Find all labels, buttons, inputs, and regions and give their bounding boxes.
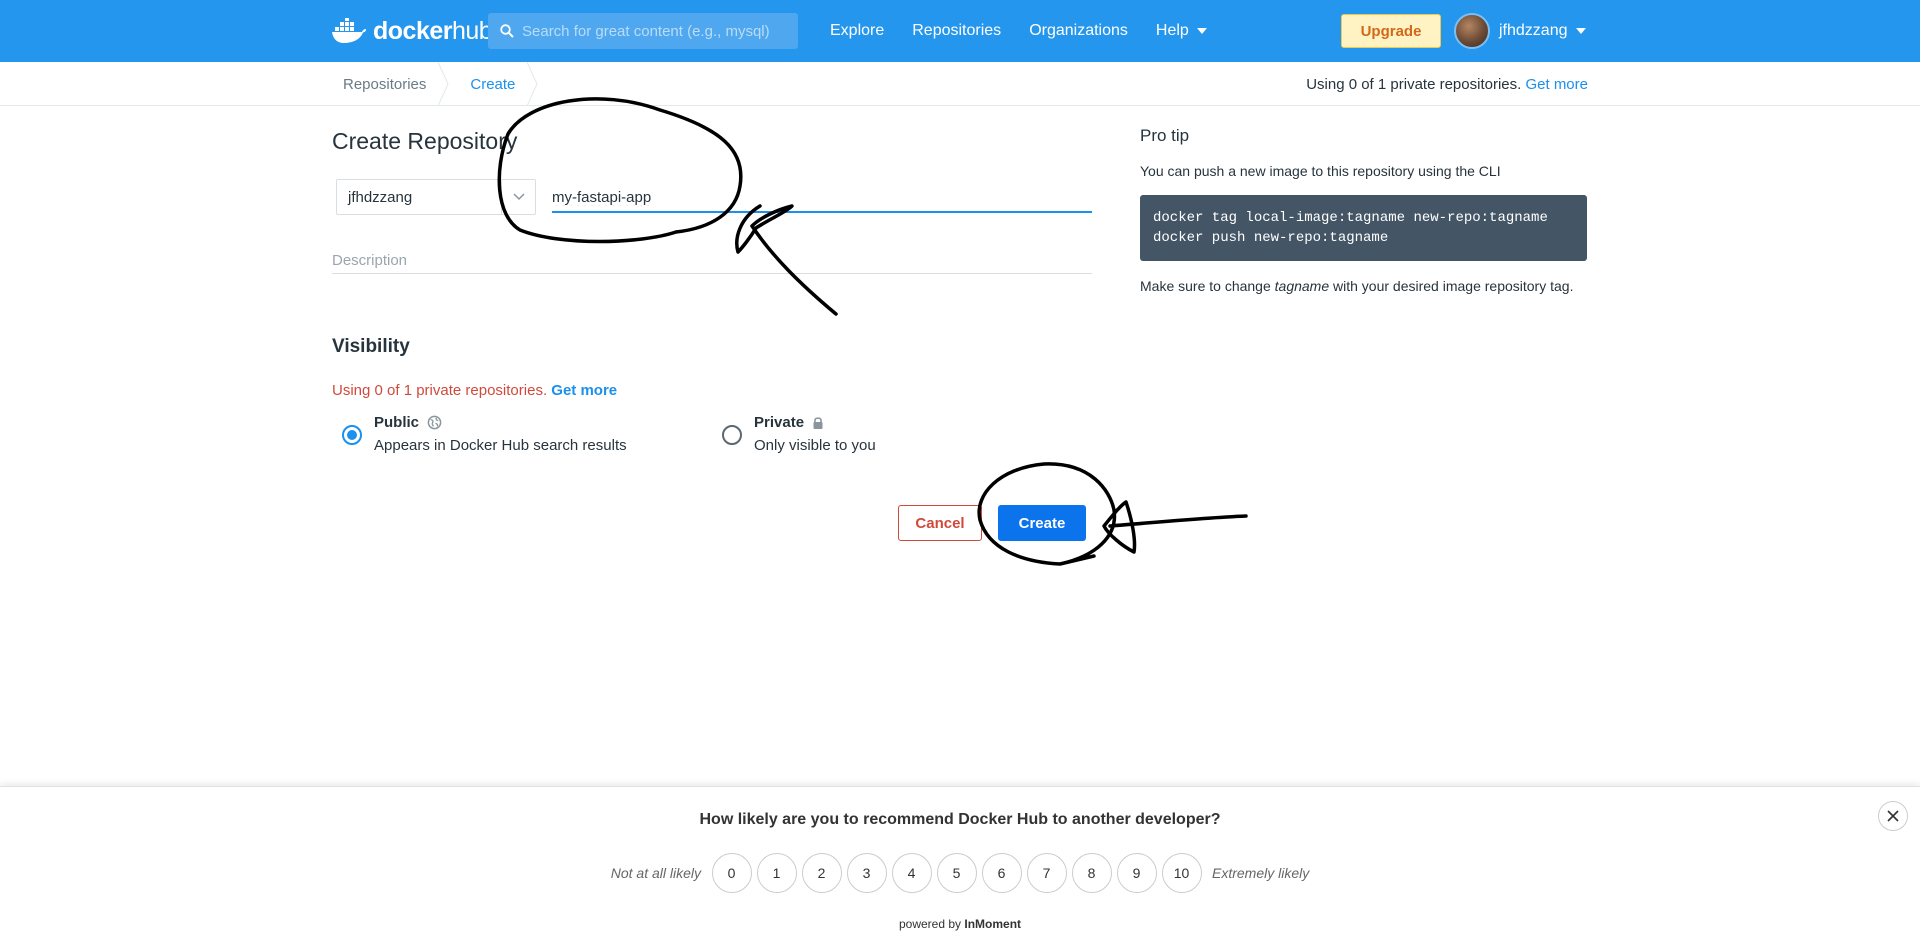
visibility-heading: Visibility (332, 336, 410, 357)
visibility-get-more-link[interactable]: Get more (551, 382, 617, 399)
lock-icon (813, 416, 823, 429)
repository-name-input[interactable] (552, 184, 1092, 213)
close-icon (1887, 810, 1899, 822)
score-button[interactable]: 5 (936, 853, 977, 893)
powered-by: powered by InMoment (0, 917, 1920, 931)
user-menu[interactable]: jfhdzzang (1499, 0, 1586, 62)
get-more-link[interactable]: Get more (1525, 76, 1588, 93)
visibility-public-option[interactable]: Public Appears in Docker Hub search resu… (342, 414, 627, 454)
cancel-button[interactable]: Cancel (898, 505, 982, 541)
score-button[interactable]: 0 (711, 853, 752, 893)
survey-high-label: Extremely likely (1212, 865, 1310, 881)
private-description: Only visible to you (754, 437, 876, 454)
survey-scale: Not at all likely 0 1 2 3 4 5 6 7 8 9 10… (0, 853, 1920, 893)
code-line: docker tag local-image:tagname new-repo:… (1153, 210, 1548, 226)
pro-tip-intro: You can push a new image to this reposit… (1140, 163, 1501, 179)
private-repo-usage: Using 0 of 1 private repositories. Get m… (1306, 62, 1588, 106)
globe-icon (427, 415, 442, 430)
caret-down-icon (1575, 28, 1586, 34)
score-button[interactable]: 7 (1026, 853, 1067, 893)
score-button[interactable]: 10 (1161, 853, 1202, 893)
logo-text-docker: docker (373, 16, 452, 45)
annotation-circle (497, 97, 743, 244)
create-button[interactable]: Create (998, 505, 1086, 541)
score-button[interactable]: 1 (756, 853, 797, 893)
nps-survey: How likely are you to recommend Docker H… (0, 786, 1920, 942)
avatar[interactable] (1454, 13, 1490, 49)
nav-organizations[interactable]: Organizations (1029, 22, 1128, 40)
nav-repositories[interactable]: Repositories (912, 22, 1001, 40)
code-line: docker push new-repo:tagname (1153, 230, 1389, 246)
breadcrumb-separator (527, 62, 538, 106)
nav-explore[interactable]: Explore (830, 22, 884, 40)
score-button[interactable]: 4 (891, 853, 932, 893)
note-text: Make sure to change (1140, 278, 1275, 294)
annotation-arrow (1102, 500, 1248, 554)
search-box[interactable] (488, 13, 798, 49)
visibility-private-option[interactable]: Private Only visible to you (722, 414, 876, 454)
close-survey-button[interactable] (1878, 801, 1908, 831)
score-button[interactable]: 6 (981, 853, 1022, 893)
chevron-down-icon (501, 180, 535, 214)
namespace-value: jfhdzzang (348, 188, 413, 206)
nav-help[interactable]: Help (1156, 22, 1207, 40)
score-button[interactable]: 9 (1116, 853, 1157, 893)
breadcrumb-bar: Repositories Create Using 0 of 1 private… (0, 62, 1920, 106)
username: jfhdzzang (1499, 22, 1568, 39)
note-text: with your desired image repository tag. (1329, 278, 1574, 294)
top-nav: dockerhub Explore Repositories Organizat… (0, 0, 1920, 62)
visibility-warning-text: Using 0 of 1 private repositories. (332, 382, 548, 399)
search-icon (500, 24, 514, 38)
breadcrumb-create[interactable]: Create (450, 62, 527, 106)
survey-low-label: Not at all likely (610, 865, 701, 881)
score-button[interactable]: 3 (846, 853, 887, 893)
nav-help-label: Help (1155, 22, 1189, 39)
pro-tip-title: Pro tip (1140, 126, 1190, 145)
logo-text-hub: hub (451, 16, 493, 45)
public-label: Public (374, 414, 420, 431)
namespace-select[interactable]: jfhdzzang (336, 179, 536, 215)
note-emphasis: tagname (1274, 278, 1330, 294)
pro-tip-note: Make sure to change tagname with your de… (1140, 276, 1580, 296)
breadcrumb-separator (438, 62, 449, 106)
private-radio[interactable] (722, 425, 742, 445)
page-title: Create Repository (332, 128, 518, 154)
docker-hub-logo[interactable]: dockerhub (331, 14, 493, 48)
private-label: Private (754, 414, 805, 431)
powered-prefix: powered by (898, 917, 962, 931)
public-description: Appears in Docker Hub search results (374, 437, 627, 454)
usage-text: Using 0 of 1 private repositories. (1306, 75, 1522, 93)
description-input[interactable] (332, 248, 1092, 274)
public-radio[interactable] (342, 425, 362, 445)
pro-tip-code-block: docker tag local-image:tagname new-repo:… (1140, 195, 1587, 261)
breadcrumb: Repositories Create (331, 62, 539, 106)
caret-down-icon (1196, 28, 1207, 34)
search-input[interactable] (522, 22, 782, 40)
breadcrumb-repositories[interactable]: Repositories (331, 62, 438, 106)
upgrade-button[interactable]: Upgrade (1341, 14, 1441, 48)
survey-question: How likely are you to recommend Docker H… (699, 811, 1221, 828)
powered-brand[interactable]: InMoment (964, 917, 1021, 931)
score-button[interactable]: 8 (1071, 853, 1112, 893)
visibility-warning: Using 0 of 1 private repositories. Get m… (332, 382, 617, 399)
score-button[interactable]: 2 (801, 853, 842, 893)
nav-links: Explore Repositories Organizations Help (830, 0, 1235, 62)
docker-whale-icon (332, 18, 366, 43)
